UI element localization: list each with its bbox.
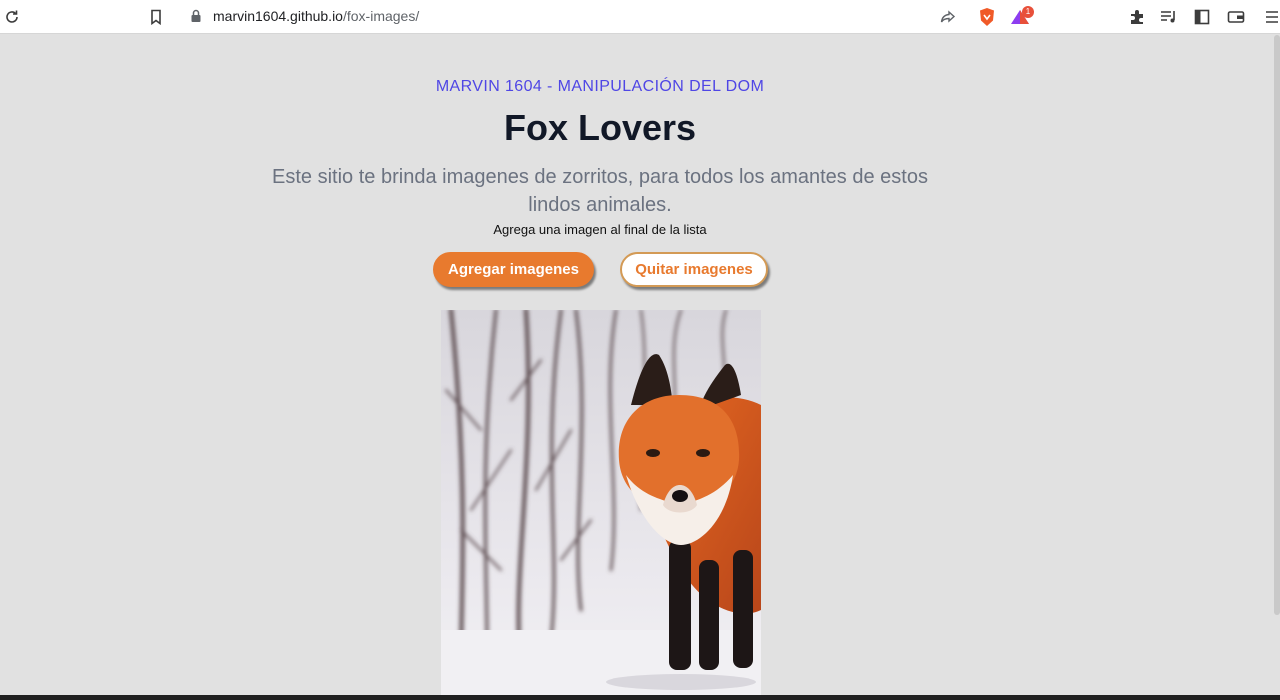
browser-toolbar: marvin1604.github.io/fox-images/ 1 (0, 0, 1280, 34)
menu-icon[interactable] (1262, 7, 1280, 27)
reload-icon[interactable] (2, 7, 22, 27)
page-title: Fox Lovers (503, 107, 697, 148)
page-content: MARVIN 1604 - MANIPULACIÓN DEL DOM Fox L… (0, 35, 1280, 700)
page-subtitle: Este sitio te brinda imagenes de zorrito… (272, 166, 928, 216)
playlist-icon[interactable] (1159, 7, 1179, 27)
sidebar-icon[interactable] (1192, 7, 1212, 27)
url-text: marvin1604.github.io/fox-images/ (213, 8, 420, 24)
taskbar-strip (0, 695, 1280, 700)
wallet-icon[interactable] (1226, 7, 1246, 27)
fox-image (441, 308, 761, 700)
share-icon[interactable] (938, 7, 958, 27)
page-scrollbar[interactable] (1274, 35, 1280, 615)
bookmark-icon[interactable] (146, 7, 166, 27)
page-eyebrow: MARVIN 1604 - MANIPULACIÓN DEL DOM (435, 78, 765, 95)
address-bar[interactable]: marvin1604.github.io/fox-images/ (178, 3, 1038, 30)
add-hint: Agrega una imagen al final de la lista (493, 222, 707, 237)
add-images-button[interactable]: Agregar imagenes (433, 252, 594, 287)
extensions-icon[interactable] (1127, 7, 1147, 27)
lock-icon (186, 6, 206, 26)
brave-shield-icon[interactable] (977, 7, 997, 27)
remove-images-button[interactable]: Quitar imagenes (620, 252, 768, 287)
notification-badge: 1 (1022, 6, 1034, 18)
